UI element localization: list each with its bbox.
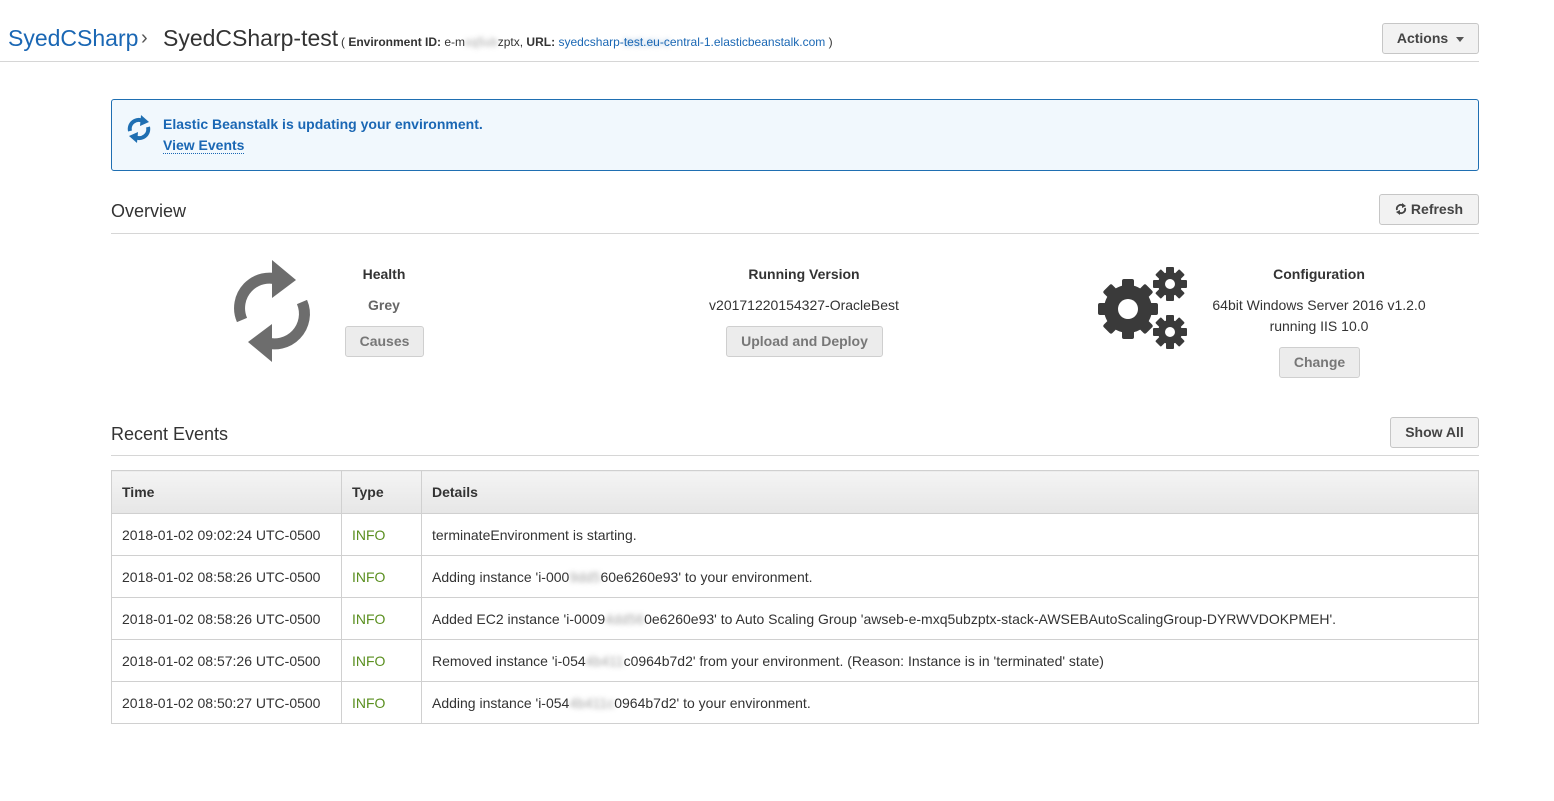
table-row: 2018-01-02 09:02:24 UTC-0500 INFO termin… [111, 513, 1479, 556]
table-row: 2018-01-02 08:58:26 UTC-0500 INFO Adding… [111, 555, 1479, 598]
change-configuration-button[interactable]: Change [1279, 347, 1360, 378]
url-label: URL: [526, 35, 556, 49]
configuration-label: Configuration [1273, 266, 1365, 282]
notice-title: Elastic Beanstalk is updating your envir… [163, 116, 483, 132]
configuration-server: running IIS 10.0 [1269, 318, 1369, 334]
overview-title: Overview [111, 201, 187, 221]
event-type: INFO [341, 681, 422, 724]
event-time: 2018-01-02 08:58:26 UTC-0500 [111, 555, 342, 598]
event-type: INFO [341, 555, 422, 598]
meta-close-paren: ) [828, 35, 833, 49]
actions-dropdown-button[interactable]: Actions [1382, 23, 1479, 54]
refresh-icon [1395, 203, 1406, 215]
event-details: Removed instance 'i-0544b411c0964b7d2' f… [421, 639, 1479, 682]
breadcrumb-separator: › [141, 27, 148, 49]
page-header: SyedCSharp › SyedCSharp-test ( Environme… [0, 0, 1479, 62]
event-time: 2018-01-02 08:58:26 UTC-0500 [111, 597, 342, 640]
event-time: 2018-01-02 08:50:27 UTC-0500 [111, 681, 342, 724]
refresh-button[interactable]: Refresh [1379, 194, 1479, 225]
configuration-platform: 64bit Windows Server 2016 v1.2.0 [1212, 297, 1426, 313]
event-details: Adding instance 'i-0009dd560e6260e93' to… [421, 555, 1479, 598]
event-type: INFO [341, 513, 422, 556]
event-type: INFO [341, 639, 422, 682]
column-header-type[interactable]: Type [341, 470, 422, 514]
event-details: Added EC2 instance 'i-00094dd560e6260e93… [421, 597, 1479, 640]
table-row: 2018-01-02 08:50:27 UTC-0500 INFO Adding… [111, 681, 1479, 724]
table-header-row: Time Type Details [111, 470, 1479, 514]
event-time: 2018-01-02 09:02:24 UTC-0500 [111, 513, 342, 556]
event-details: terminateEnvironment is starting. [421, 513, 1479, 556]
events-divider [111, 455, 1479, 456]
health-status-icon [234, 260, 310, 362]
events-table: Time Type Details 2018-01-02 09:02:24 UT… [111, 470, 1479, 724]
view-events-link[interactable]: View Events [163, 137, 245, 154]
running-version-label: Running Version [748, 266, 860, 282]
caret-down-icon [1456, 36, 1465, 42]
environment-url-link[interactable]: syedcsharp-test.eu-central-1.elasticbean… [558, 35, 825, 49]
health-label: Health [362, 266, 406, 282]
column-header-details[interactable]: Details [421, 470, 1479, 514]
event-type: INFO [341, 597, 422, 640]
refresh-icon [127, 115, 151, 143]
show-all-events-button[interactable]: Show All [1390, 417, 1479, 448]
breadcrumb-environment: SyedCSharp-test [163, 25, 339, 51]
event-time: 2018-01-02 08:57:26 UTC-0500 [111, 639, 342, 682]
overview-divider [111, 233, 1479, 234]
breadcrumb-application[interactable]: SyedCSharp [8, 25, 138, 52]
column-header-time[interactable]: Time [111, 470, 342, 514]
recent-events-title: Recent Events [111, 424, 229, 444]
event-details: Adding instance 'i-0544b411c0964b7d2' to… [421, 681, 1479, 724]
upload-and-deploy-button[interactable]: Upload and Deploy [726, 326, 883, 357]
meta-open-paren: ( [341, 35, 345, 49]
update-notice: Elastic Beanstalk is updating your envir… [111, 99, 1479, 171]
running-version-value: v20171220154327-OracleBest [709, 297, 899, 313]
causes-button[interactable]: Causes [345, 326, 424, 357]
environment-meta: ( Environment ID: e-mxq5ubzptx, URL: sye… [341, 35, 833, 49]
table-row: 2018-01-02 08:57:26 UTC-0500 INFO Remove… [111, 639, 1479, 682]
health-value: Grey [368, 297, 400, 313]
env-id-value: e-mxq5ubzptx, [444, 35, 524, 49]
env-id-label: Environment ID: [348, 35, 442, 49]
table-row: 2018-01-02 08:58:26 UTC-0500 INFO Added … [111, 597, 1479, 640]
